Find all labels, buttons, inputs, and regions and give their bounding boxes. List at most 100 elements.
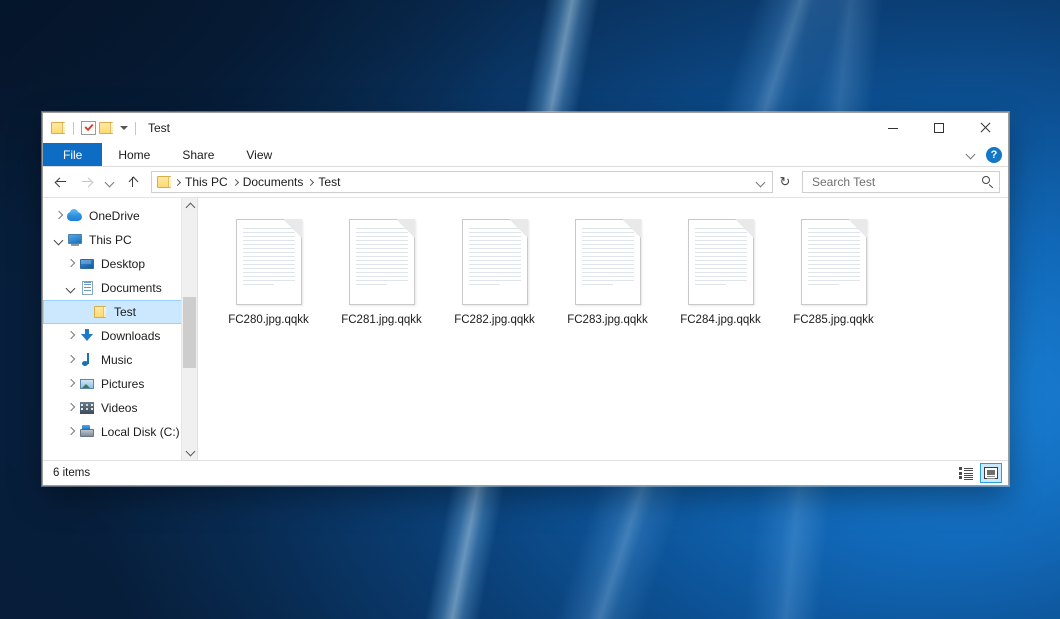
scroll-down-button[interactable] <box>182 444 198 460</box>
quick-access-toolbar <box>51 121 140 135</box>
file-icon-wrap <box>340 214 424 310</box>
back-arrow-icon <box>54 175 68 189</box>
window-controls <box>870 113 1008 143</box>
local-disk-icon <box>79 424 96 440</box>
breadcrumb: This PC Documents Test <box>157 175 753 189</box>
list-item[interactable]: FC285.jpg.qqkk <box>777 212 890 338</box>
expand-chevron-icon[interactable] <box>63 352 79 368</box>
sidebar-item-label: Desktop <box>101 257 145 271</box>
tab-share[interactable]: Share <box>166 143 230 166</box>
music-icon <box>79 352 96 368</box>
sidebar-item-label: Local Disk (C:) <box>101 425 180 439</box>
list-item[interactable]: FC284.jpg.qqkk <box>664 212 777 338</box>
tab-file[interactable]: File <box>43 143 102 166</box>
list-item[interactable]: FC282.jpg.qqkk <box>438 212 551 338</box>
details-view-icon <box>959 467 973 479</box>
search-box[interactable] <box>802 171 1000 193</box>
collapse-chevron-icon[interactable] <box>63 280 79 296</box>
forward-button[interactable] <box>75 170 99 194</box>
sidebar-item-this-pc[interactable]: This PC <box>43 228 197 252</box>
new-folder-icon[interactable] <box>99 122 114 135</box>
expand-chevron-icon[interactable] <box>63 328 79 344</box>
downloads-icon <box>79 328 96 344</box>
address-dropdown-icon[interactable] <box>753 172 770 192</box>
close-button[interactable] <box>962 113 1008 143</box>
list-item[interactable]: FC281.jpg.qqkk <box>325 212 438 338</box>
toolbar-separator <box>73 122 74 135</box>
sidebar-item-videos[interactable]: Videos <box>43 396 197 420</box>
chevron-down-icon <box>105 177 116 188</box>
details-view-button[interactable] <box>955 463 977 483</box>
file-icon-wrap <box>453 214 537 310</box>
tab-home[interactable]: Home <box>102 143 166 166</box>
ribbon-right-controls: ? <box>966 143 1002 166</box>
large-icons-view-button[interactable] <box>980 463 1002 483</box>
sidebar-item-music[interactable]: Music <box>43 348 197 372</box>
navigation-pane-scrollbar[interactable] <box>181 198 197 460</box>
generic-document-icon <box>349 219 415 305</box>
search-icon <box>982 176 995 189</box>
scroll-up-button[interactable] <box>182 198 198 214</box>
folder-icon[interactable] <box>51 122 66 135</box>
expand-chevron-icon[interactable] <box>63 256 79 272</box>
sidebar-item-desktop[interactable]: Desktop <box>43 252 197 276</box>
sidebar-item-documents[interactable]: Documents <box>43 276 197 300</box>
navigation-tree: OneDrive This PC Desktop Documents <box>43 204 197 444</box>
help-button[interactable]: ? <box>986 147 1002 163</box>
properties-icon[interactable] <box>81 121 96 135</box>
status-bar: 6 items <box>43 460 1008 485</box>
large-icons-view-icon <box>984 467 998 479</box>
sidebar-item-label: Downloads <box>101 329 160 343</box>
maximize-button[interactable] <box>916 113 962 143</box>
view-mode-buttons <box>955 463 1002 483</box>
forward-arrow-icon <box>80 175 94 189</box>
generic-document-icon <box>575 219 641 305</box>
list-item[interactable]: FC280.jpg.qqkk <box>212 212 325 338</box>
up-button[interactable] <box>121 170 145 194</box>
expand-chevron-icon[interactable] <box>51 208 67 224</box>
breadcrumb-separator-1[interactable] <box>232 180 239 185</box>
chevron-down-icon[interactable] <box>966 149 977 160</box>
refresh-button[interactable]: ↻ <box>775 172 795 192</box>
pictures-icon <box>79 376 96 392</box>
breadcrumb-bar[interactable]: This PC Documents Test <box>151 171 773 193</box>
document-lines <box>356 228 408 298</box>
sidebar-item-test[interactable]: Test <box>43 300 197 324</box>
title-bar: Test <box>43 113 1008 143</box>
videos-icon <box>79 400 96 416</box>
sidebar-item-downloads[interactable]: Downloads <box>43 324 197 348</box>
ribbon-tab-bar: File Home Share View ? <box>43 143 1008 167</box>
breadcrumb-item-test[interactable]: Test <box>314 175 344 189</box>
list-item[interactable]: FC283.jpg.qqkk <box>551 212 664 338</box>
sidebar-item-onedrive[interactable]: OneDrive <box>43 204 197 228</box>
breadcrumb-item-documents[interactable]: Documents <box>239 175 308 189</box>
file-icon-wrap <box>227 214 311 310</box>
collapse-chevron-icon[interactable] <box>51 232 67 248</box>
breadcrumb-item-this-pc[interactable]: This PC <box>181 175 232 189</box>
document-lines <box>582 228 634 298</box>
item-count-label: 6 items <box>53 467 90 479</box>
folder-icon <box>92 304 109 320</box>
sidebar-item-label: Pictures <box>101 377 144 391</box>
scrollbar-track[interactable] <box>182 214 197 444</box>
file-list-view[interactable]: FC280.jpg.qqkk FC281.jpg.qqkk <box>198 198 1008 460</box>
expand-chevron-icon[interactable] <box>63 400 79 416</box>
sidebar-item-label: OneDrive <box>89 209 140 223</box>
generic-document-icon <box>801 219 867 305</box>
search-input[interactable] <box>810 174 982 190</box>
recent-locations-button[interactable] <box>101 170 119 194</box>
breadcrumb-separator-0[interactable] <box>174 180 181 185</box>
breadcrumb-separator-2[interactable] <box>307 180 314 185</box>
minimize-button[interactable] <box>870 113 916 143</box>
scrollbar-thumb[interactable] <box>183 297 196 368</box>
customize-quick-access-icon[interactable] <box>120 126 128 130</box>
sidebar-item-local-disk[interactable]: Local Disk (C:) <box>43 420 197 444</box>
sidebar-item-pictures[interactable]: Pictures <box>43 372 197 396</box>
expand-chevron-icon[interactable] <box>63 424 79 440</box>
navigation-pane: OneDrive This PC Desktop Documents <box>43 198 198 460</box>
generic-document-icon <box>236 219 302 305</box>
back-button[interactable] <box>49 170 73 194</box>
file-name-label: FC281.jpg.qqkk <box>338 313 425 327</box>
expand-chevron-icon[interactable] <box>63 376 79 392</box>
tab-view[interactable]: View <box>230 143 288 166</box>
